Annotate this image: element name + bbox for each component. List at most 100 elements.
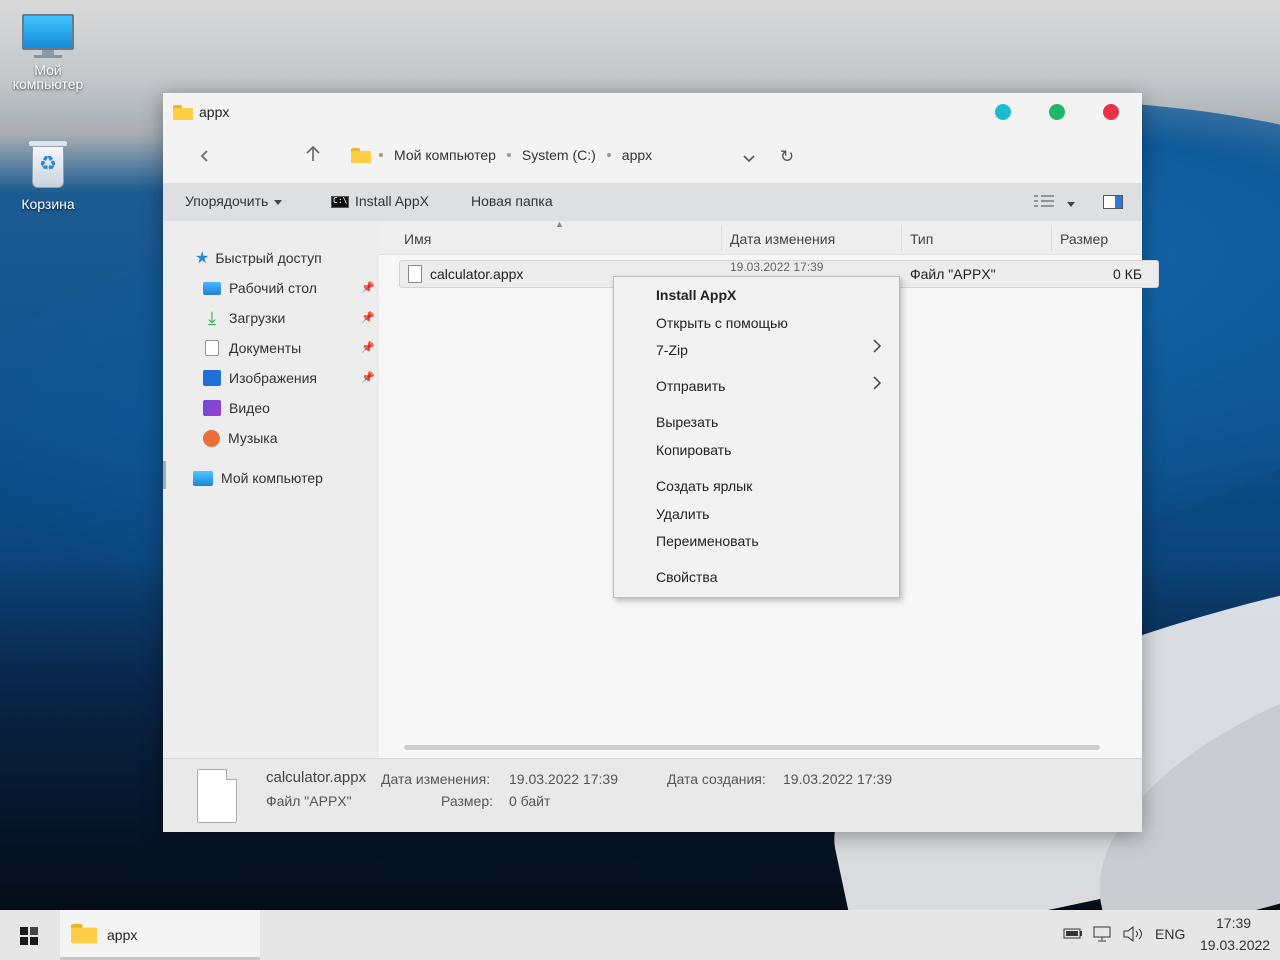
menu-item-delete[interactable]: Удалить (656, 506, 709, 522)
chevron-right-icon (872, 338, 882, 359)
close-button[interactable] (1103, 104, 1119, 120)
sidebar-item-label: Изображения (229, 370, 317, 386)
sidebar-item-label: Документы (229, 340, 302, 356)
sidebar-item-label: Мой компьютер (221, 470, 323, 486)
chevron-right-icon (872, 375, 882, 396)
menu-item-cut[interactable]: Вырезать (656, 414, 718, 430)
command-bar: Упорядочить Install AppX Новая папка (163, 183, 1142, 221)
details-view-icon (1034, 195, 1054, 207)
install-appx-button[interactable]: Install AppX (331, 193, 429, 209)
sidebar-item-label: Быстрый доступ (215, 250, 322, 266)
column-header-size[interactable]: Размер (1060, 231, 1108, 247)
file-size: 0 КБ (1113, 266, 1143, 282)
desktop-icon-my-computer[interactable]: Мой компьютер (3, 14, 93, 92)
start-button[interactable] (20, 927, 38, 945)
desktop-icon-recycle-bin[interactable]: ♻ Корзина (3, 140, 93, 212)
history-dropdown-button[interactable] (737, 145, 761, 169)
horizontal-scrollbar[interactable] (404, 745, 1100, 750)
file-icon (197, 769, 237, 823)
back-button[interactable] (193, 145, 217, 169)
menu-item-properties[interactable]: Свойства (656, 569, 717, 585)
sidebar-item-label: Видео (229, 400, 270, 416)
file-type: Файл "APPX" (910, 266, 996, 282)
folder-icon (71, 923, 97, 944)
column-header-type[interactable]: Тип (910, 231, 933, 247)
clock-date[interactable]: 19.03.2022 (1200, 937, 1270, 953)
terminal-icon (331, 196, 349, 209)
clock-time[interactable]: 17:39 (1216, 915, 1251, 931)
battery-icon[interactable] (1062, 926, 1084, 945)
organize-button[interactable]: Упорядочить (185, 193, 283, 209)
preview-pane-button[interactable] (1103, 195, 1123, 212)
details-size-value: 0 байт (509, 793, 551, 809)
folder-icon (351, 147, 371, 163)
folder-icon (173, 105, 193, 120)
sidebar-item-label: Загрузки (229, 310, 286, 326)
navigation-pane: ★ Быстрый доступ Рабочий стол 📌 ⤓ Загруз… (163, 221, 379, 758)
sidebar-item-label: Рабочий стол (229, 280, 317, 296)
sidebar-item-documents[interactable]: Документы (203, 335, 301, 361)
breadcrumb: Мой компьютер System (C:) appx (351, 147, 652, 163)
navigation-bar: Мой компьютер System (C:) appx ↻ (163, 133, 1142, 183)
column-headers: Имя ▲ Дата изменения Тип Размер (379, 219, 1142, 255)
sidebar-item-quick-access[interactable]: ★ Быстрый доступ (195, 245, 322, 271)
breadcrumb-my-computer[interactable]: Мой компьютер (394, 147, 496, 163)
sort-indicator-icon: ▲ (555, 219, 564, 229)
taskbar-item-label: appx (107, 927, 138, 943)
column-header-date[interactable]: Дата изменения (730, 231, 835, 247)
file-date: 19.03.2022 17:39 (730, 260, 824, 274)
maximize-button[interactable] (1049, 104, 1065, 120)
minimize-button[interactable] (995, 104, 1011, 120)
sidebar-item-downloads[interactable]: ⤓ Загрузки (203, 305, 285, 331)
pin-icon: 📌 (361, 372, 375, 384)
sidebar-item-music[interactable]: Музыка (203, 425, 278, 451)
file-name: calculator.appx (430, 266, 524, 282)
context-menu: Install AppX Открыть с помощью 7-Zip Отп… (613, 276, 900, 598)
details-filename: calculator.appx (266, 769, 367, 786)
network-icon[interactable] (1093, 926, 1113, 947)
downloads-icon: ⤓ (208, 308, 216, 328)
sidebar-item-desktop[interactable]: Рабочий стол (203, 275, 317, 301)
file-icon (408, 265, 422, 284)
view-options-button[interactable] (1033, 194, 1075, 211)
pictures-icon (203, 370, 221, 386)
sidebar-item-pictures[interactable]: Изображения (203, 365, 317, 391)
caret-down-icon (274, 199, 283, 205)
details-filetype: Файл "APPX" (266, 793, 352, 809)
column-header-name[interactable]: Имя (404, 231, 431, 247)
menu-item-send-to[interactable]: Отправить (656, 378, 725, 394)
breadcrumb-system-c[interactable]: System (C:) (522, 147, 596, 163)
details-size-label: Размер: (441, 793, 494, 809)
up-button[interactable] (301, 145, 325, 169)
menu-item-install-appx[interactable]: Install AppX (656, 287, 736, 303)
desktop-icon (203, 281, 221, 295)
details-pane: calculator.appx Файл "APPX" Дата изменен… (163, 758, 1142, 832)
menu-item-open-with[interactable]: Открыть с помощью (656, 315, 788, 331)
sidebar-item-video[interactable]: Видео (203, 395, 270, 421)
refresh-button[interactable]: ↻ (775, 145, 799, 169)
window-title: appx (199, 104, 230, 120)
preview-pane-icon (1103, 195, 1123, 209)
details-modified-value: 19.03.2022 17:39 (509, 771, 618, 787)
taskbar-item-explorer[interactable]: appx (60, 910, 260, 960)
language-indicator[interactable]: ENG (1155, 926, 1185, 942)
new-folder-button[interactable]: Новая папка (471, 193, 553, 209)
caret-down-icon (1066, 201, 1075, 207)
install-appx-label: Install AppX (355, 193, 429, 209)
menu-item-7zip[interactable]: 7-Zip (656, 342, 688, 358)
computer-icon (193, 470, 213, 486)
menu-item-copy[interactable]: Копировать (656, 442, 731, 458)
breadcrumb-appx[interactable]: appx (622, 147, 652, 163)
desktop-icon-label: компьютер (12, 76, 84, 92)
menu-item-rename[interactable]: Переименовать (656, 533, 759, 549)
refresh-icon: ↻ (779, 147, 795, 166)
pin-icon: 📌 (361, 282, 375, 294)
computer-icon (22, 14, 74, 58)
menu-item-create-shortcut[interactable]: Создать ярлык (656, 478, 752, 494)
sidebar-item-my-computer[interactable]: Мой компьютер (193, 465, 323, 491)
title-bar[interactable]: appx (163, 93, 1142, 133)
desktop-icon-label: Корзина (21, 196, 75, 212)
taskbar: appx ENG 17:39 19.03.2022 (0, 910, 1280, 960)
volume-icon[interactable] (1122, 925, 1144, 947)
sidebar-scrollbar[interactable] (163, 461, 166, 489)
